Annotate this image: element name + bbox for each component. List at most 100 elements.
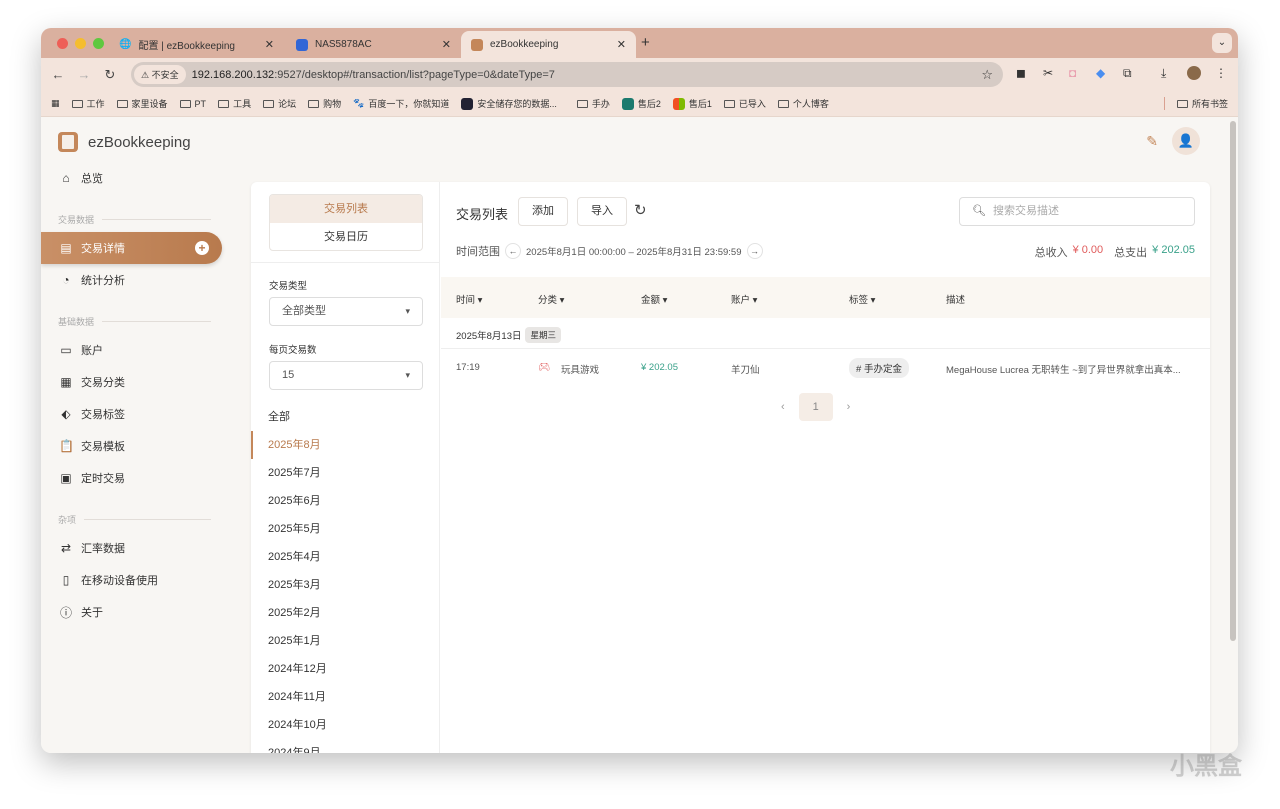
close-icon[interactable]: ✕ [265, 38, 274, 51]
bookmark[interactable]: 已导入 [723, 97, 766, 110]
month-all[interactable]: 全部 [251, 403, 440, 431]
download-icon[interactable]: ⤓ [1161, 66, 1166, 81]
search-input[interactable]: 🔍︎ 搜索交易描述 [959, 197, 1195, 226]
bookmark[interactable]: 安全储存您的数据... [461, 97, 557, 110]
month-item[interactable]: 2025年3月 [251, 571, 440, 599]
month-item[interactable]: 2025年7月 [251, 459, 440, 487]
security-badge[interactable]: ⚠ 不安全 [134, 65, 186, 84]
gamepad-icon: 🎮︎ [538, 362, 551, 373]
column-header[interactable]: 账户 ▾ [731, 292, 757, 306]
prev-range-icon[interactable]: ← [505, 243, 521, 259]
per-page-select[interactable]: 15 [269, 361, 423, 390]
address-bar[interactable]: ⚠ 不安全 192.168.200.132:9527/desktop#/tran… [131, 62, 1003, 87]
list-icon: ▤ [60, 241, 72, 255]
bookmark[interactable]: 工具 [218, 97, 251, 110]
tab-search-button[interactable]: ⌄ [1212, 33, 1232, 53]
pagination: ‹ 1 › [781, 393, 850, 421]
sidebar-item-categories[interactable]: ▦ 交易分类 [41, 366, 241, 398]
column-header[interactable]: 时间 ▾ [456, 292, 482, 306]
sidebar-item-mobile[interactable]: ▯ 在移动设备使用 [41, 564, 241, 596]
bookmark-star-icon[interactable]: ☆ [981, 67, 993, 83]
type-select[interactable]: 全部类型 [269, 297, 423, 326]
sidebar-item-exchange-rates[interactable]: ⇄ 汇率数据 [41, 532, 241, 564]
bookmark[interactable]: 售后2 [621, 97, 661, 110]
month-item[interactable]: 2025年4月 [251, 543, 440, 571]
import-button[interactable]: 导入 [577, 197, 627, 226]
sidebar-item-tags[interactable]: ⬖ 交易标签 [41, 398, 241, 430]
sidebar-item-templates[interactable]: 📋 交易模板 [41, 430, 241, 462]
view-list-button[interactable]: 交易列表 [270, 195, 422, 223]
view-calendar-button[interactable]: 交易日历 [270, 223, 422, 250]
sidebar-item-overview[interactable]: ⌂ 总览 [41, 162, 241, 194]
bookmark[interactable]: 个人博客 [777, 97, 829, 110]
page-button[interactable]: 1 [798, 393, 833, 421]
window-controls[interactable] [57, 38, 104, 49]
month-item[interactable]: 2024年9月 [251, 739, 440, 753]
table-row[interactable]: 17:19 🎮︎ 玩具游戏 ¥ 202.05 羊刀仙 # 手办定金 MegaHo… [441, 349, 1210, 386]
refresh-icon[interactable]: ↻ [634, 201, 647, 219]
bookmark[interactable]: 售后1 [672, 97, 712, 110]
column-header[interactable]: 金额 ▾ [641, 292, 667, 306]
bookmark[interactable]: 购物 [308, 97, 341, 110]
month-list: 2025年8月 2025年7月 2025年6月 2025年5月 2025年4月 2025年… [251, 431, 440, 753]
browser-toolbar: ← → ↻ ⚠ 不安全 192.168.200.132:9527/desktop… [41, 58, 1238, 91]
prev-page-icon[interactable]: ‹ [781, 401, 785, 413]
sidebar-item-transactions[interactable]: ▤ 交易详情 + [41, 232, 222, 264]
bookmark[interactable]: 家里设备 [116, 97, 168, 110]
bookmark[interactable]: PT [179, 99, 206, 109]
back-icon[interactable]: ← [45, 67, 71, 82]
column-header[interactable]: 标签 ▾ [849, 292, 875, 306]
month-item[interactable]: 2024年11月 [251, 683, 440, 711]
bookmark[interactable]: 论坛 [263, 97, 296, 110]
pie-chart-icon: ◔ [62, 273, 70, 287]
apps-grid-icon[interactable]: ▦ [51, 98, 60, 109]
bookmark[interactable]: 手办 [576, 97, 610, 110]
theme-toggle-icon[interactable]: ✎ [1146, 133, 1158, 150]
browser-tab-active[interactable]: ezBookkeeping ✕ [461, 31, 636, 58]
tag-chip: # 手办定金 [849, 358, 909, 378]
extension-icon[interactable]: ◘ [1069, 66, 1076, 80]
month-item[interactable]: 2025年1月 [251, 627, 440, 655]
profile-avatar[interactable] [1187, 66, 1201, 80]
app-icon [471, 38, 483, 51]
month-item[interactable]: 2024年10月 [251, 711, 440, 739]
reload-icon[interactable]: ↻ [97, 67, 123, 83]
scrollbar[interactable] [1228, 117, 1238, 753]
menu-icon[interactable]: ⋮ [1215, 66, 1227, 80]
add-transaction-icon[interactable]: + [195, 241, 209, 255]
forward-icon[interactable]: → [71, 67, 97, 82]
transaction-list: 交易列表 添加 导入 ↻ 🔍︎ 搜索交易描述 时间范围 ← 2025年8月1日 0… [441, 182, 1210, 753]
close-icon[interactable]: ✕ [617, 38, 626, 51]
month-item[interactable]: 2025年6月 [251, 487, 440, 515]
user-avatar[interactable]: 👤 [1172, 127, 1200, 155]
bookmark[interactable]: 工作 [71, 97, 105, 110]
month-item[interactable]: 2025年8月 [251, 431, 440, 459]
new-tab-button[interactable]: + [641, 34, 650, 51]
next-range-icon[interactable]: → [746, 243, 763, 259]
browser-tab[interactable]: NAS5878AC ✕ [286, 31, 461, 58]
month-item[interactable]: 2025年5月 [251, 515, 440, 543]
column-header: 描述 [946, 295, 966, 306]
extension-icon[interactable]: ◆ [1096, 66, 1105, 80]
column-header[interactable]: 分类 ▾ [538, 292, 564, 306]
close-icon[interactable]: ✕ [442, 38, 451, 51]
app-brand[interactable]: ezBookkeeping [58, 132, 191, 152]
sidebar-item-accounts[interactable]: ▭ 账户 [41, 334, 241, 366]
watermark: 小黑盒 [1170, 753, 1242, 780]
all-bookmarks[interactable]: 所有书签 [1163, 97, 1228, 110]
sidebar-item-scheduled[interactable]: ▣ 定时交易 [41, 462, 241, 494]
sidebar-item-about[interactable]: ⓘ 关于 [41, 596, 241, 628]
extensions-puzzle-icon[interactable]: ⧉ [1123, 66, 1132, 81]
month-item[interactable]: 2024年12月 [251, 655, 440, 683]
phone-icon: ▯ [62, 573, 70, 587]
page-title: 交易列表 [456, 207, 509, 222]
add-button[interactable]: 添加 [518, 197, 568, 226]
month-item[interactable]: 2025年2月 [251, 599, 440, 627]
next-page-icon[interactable]: › [847, 401, 851, 413]
sidebar-item-statistics[interactable]: ◔ 统计分析 [41, 264, 241, 296]
extension-icon[interactable]: ✂ [1043, 66, 1053, 80]
bookmark[interactable]: 🐾 百度一下，你就知道 [353, 97, 449, 110]
extension-icon[interactable]: ◼ [1016, 66, 1026, 80]
clipboard-icon: 📋 [59, 439, 74, 453]
browser-tab[interactable]: 🌐 配置 | ezBookkeeping ✕ [109, 31, 284, 58]
